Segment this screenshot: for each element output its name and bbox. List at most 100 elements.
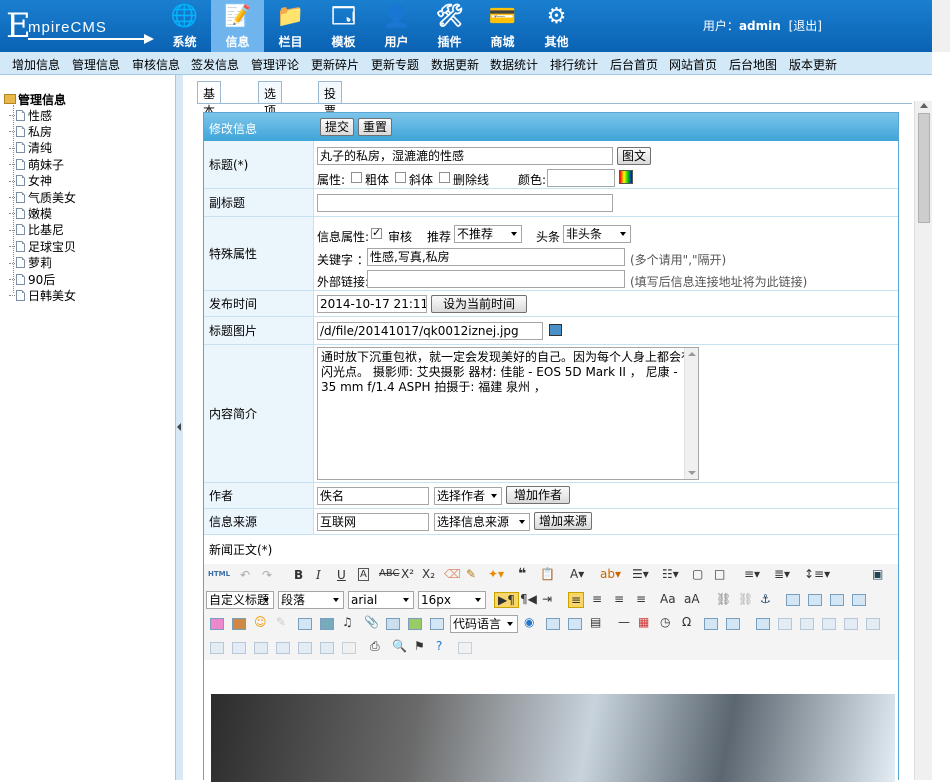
searchreplace-icon[interactable] <box>726 618 740 630</box>
background-icon[interactable]: ▤ <box>590 615 601 629</box>
sub-nav-item[interactable]: 网站首页 <box>669 56 717 73</box>
tree-item[interactable]: 气质美女 <box>4 189 76 205</box>
author-select[interactable]: 选择作者 <box>434 487 502 505</box>
select-all-icon[interactable]: ▢ <box>692 567 703 581</box>
tree-item[interactable]: 90后 <box>4 271 76 287</box>
wordimage-icon[interactable] <box>704 618 718 630</box>
sub-nav-item[interactable]: 后台地图 <box>729 56 777 73</box>
music-icon[interactable]: ♫ <box>342 615 353 629</box>
tree-item[interactable]: 女神 <box>4 173 76 189</box>
merge-cells-icon[interactable] <box>210 642 224 654</box>
delete-table-icon[interactable] <box>778 618 792 630</box>
unordered-list-icon[interactable]: ☷▾ <box>662 567 679 581</box>
custom-title-select[interactable]: 自定义标题 <box>206 591 274 609</box>
scrollbar-thumb[interactable] <box>918 113 930 223</box>
font-size-select[interactable]: 16px <box>418 591 486 609</box>
tree-item[interactable]: 日韩美女 <box>4 287 76 303</box>
uppercase-icon[interactable]: Aa <box>660 592 676 606</box>
sub-nav-item[interactable]: 更新碎片 <box>311 56 359 73</box>
headline-select[interactable]: 非头条 <box>563 225 631 243</box>
subscript-icon[interactable]: X₂ <box>422 567 435 581</box>
gmap-icon[interactable] <box>408 618 422 630</box>
code-language-select[interactable]: 代码语言 <box>450 615 518 633</box>
bold-icon[interactable]: B <box>294 568 303 582</box>
auto-format-icon[interactable]: ✦▾ <box>488 567 504 581</box>
image-none-icon[interactable] <box>786 594 800 606</box>
tab-basic-info[interactable]: 基本信息 <box>197 81 222 152</box>
subtitle-input[interactable] <box>317 194 613 212</box>
titlepic-input[interactable]: /d/file/20141017/qk0012iznej.jpg <box>317 322 543 340</box>
submit-button[interactable]: 提交 <box>320 118 355 136</box>
intro-textarea[interactable]: 通时放下沉重包袱，就一定会发现美好的自己。因为每个人身上都会有闪光点。 摄影师:… <box>317 347 699 480</box>
unlink-icon[interactable]: ⛓ <box>738 592 753 606</box>
tree-item[interactable]: 萌妹子 <box>4 156 76 172</box>
tab-vote[interactable]: 投票设置 <box>318 81 343 152</box>
blockquote-icon[interactable]: ❝ <box>518 566 526 582</box>
main-nav-user[interactable]: 👤 用户 <box>370 0 423 52</box>
tree-item[interactable]: 比基尼 <box>4 222 76 238</box>
line-height-icon[interactable]: ↕≡▾ <box>804 567 830 581</box>
split-rows-icon[interactable] <box>298 642 312 654</box>
tree-root[interactable]: 管理信息 <box>4 91 76 107</box>
insert-image-icon[interactable] <box>232 618 246 630</box>
color-input[interactable] <box>547 169 615 187</box>
time-icon[interactable]: ◷ <box>660 615 670 629</box>
select-image-icon[interactable] <box>549 324 562 336</box>
strike-checkbox[interactable] <box>439 172 450 183</box>
redo-icon[interactable]: ↷ <box>262 568 272 582</box>
color-picker-icon[interactable] <box>619 170 633 184</box>
strikethrough-icon[interactable]: ABC <box>379 568 400 579</box>
main-nav-globe[interactable]: 🌐 系统 <box>158 0 211 52</box>
collapse-arrow-icon[interactable] <box>177 423 181 431</box>
template-icon[interactable] <box>568 618 582 630</box>
scroll-up-icon[interactable] <box>920 103 928 108</box>
source-select[interactable]: 选择信息来源 <box>434 513 530 531</box>
external-link-input[interactable] <box>367 270 625 288</box>
insert-frame-icon[interactable] <box>320 618 334 630</box>
preview-icon[interactable]: 🔍 <box>392 639 407 653</box>
main-nav-folder[interactable]: 📁 栏目 <box>264 0 317 52</box>
sub-nav-item[interactable]: 数据统计 <box>490 56 538 73</box>
font-family-select[interactable]: arial <box>348 591 414 609</box>
sub-nav-item[interactable]: 管理信息 <box>72 56 120 73</box>
font-border-icon[interactable]: A <box>358 568 369 581</box>
tree-item[interactable]: 足球宝贝 <box>4 238 76 254</box>
italic-checkbox[interactable] <box>395 172 406 183</box>
main-nav-template-window[interactable]: 🗔 模板 <box>317 0 370 52</box>
simple-upload-icon[interactable] <box>210 618 224 630</box>
merge-down-icon[interactable] <box>254 642 268 654</box>
keywords-input[interactable]: 性感,写真,私房 <box>367 248 625 266</box>
html-source-button[interactable]: HTML <box>208 570 230 578</box>
sub-nav-item[interactable]: 审核信息 <box>132 56 180 73</box>
split-cells-icon[interactable] <box>276 642 290 654</box>
sub-nav-item[interactable]: 版本更新 <box>789 56 837 73</box>
insert-col-icon[interactable] <box>844 618 858 630</box>
background-color-icon[interactable]: ab▾ <box>600 567 621 581</box>
italic-icon[interactable]: I <box>316 568 321 582</box>
set-current-time-button[interactable]: 设为当前时间 <box>431 295 527 313</box>
link-icon[interactable]: ⛓ <box>716 592 731 606</box>
print-icon[interactable]: ⎙ <box>370 639 380 654</box>
clear-doc-icon[interactable]: □ <box>714 567 725 581</box>
chart-icon[interactable] <box>342 642 356 654</box>
underline-icon[interactable]: U <box>337 568 346 582</box>
rtl-icon[interactable]: ¶◀ <box>520 592 537 606</box>
row-spacing-bottom-icon[interactable]: ≣▾ <box>774 567 790 581</box>
pubtime-input[interactable]: 2014-10-17 21:11:26 <box>317 295 427 313</box>
textarea-scrollbar[interactable] <box>684 348 698 479</box>
row-spacing-top-icon[interactable]: ≡▾ <box>744 567 760 581</box>
author-input[interactable]: 佚名 <box>317 487 429 505</box>
webapp-icon[interactable]: ◉ <box>524 615 534 629</box>
add-source-button[interactable]: 增加来源 <box>534 512 592 530</box>
main-nav-shop-card[interactable]: 💳 商城 <box>476 0 529 52</box>
tree-item[interactable]: 嫩模 <box>4 205 76 221</box>
horizontal-rule-icon[interactable]: — <box>618 615 630 629</box>
undo-icon[interactable]: ↶ <box>240 568 250 582</box>
recommend-select[interactable]: 不推荐 <box>454 225 522 243</box>
eraser-icon[interactable]: ⌫ <box>444 567 461 581</box>
tab-options[interactable]: 选项设置 <box>258 81 283 152</box>
map-icon[interactable] <box>386 618 400 630</box>
sub-nav-item[interactable]: 后台首页 <box>610 56 658 73</box>
superscript-icon[interactable]: X² <box>401 567 414 581</box>
sub-nav-item[interactable]: 增加信息 <box>12 56 60 73</box>
